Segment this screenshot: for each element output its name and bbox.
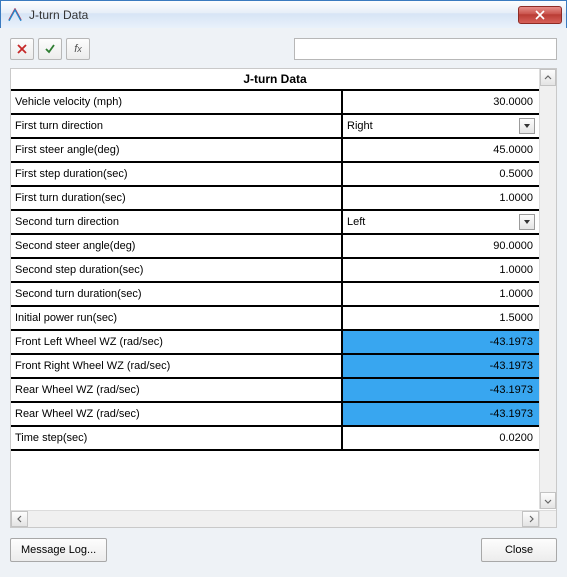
row-label: Front Left Wheel WZ (rad/sec): [11, 331, 343, 353]
close-icon: [535, 10, 545, 20]
row-value-input[interactable]: 90.0000: [343, 235, 539, 257]
row-value-text: -43.1973: [490, 336, 533, 348]
row-label: First steer angle(deg): [11, 139, 343, 161]
row-label: First turn duration(sec): [11, 187, 343, 209]
row-label: Rear Wheel WZ (rad/sec): [11, 403, 343, 425]
accept-edit-button[interactable]: [38, 38, 62, 60]
x-icon: [16, 43, 28, 55]
row-label: Time step(sec): [11, 427, 343, 449]
chevron-down-icon: [544, 497, 552, 505]
row-value-text: 0.0200: [499, 432, 533, 444]
grid-row: Initial power run(sec) 1.5000: [11, 307, 539, 331]
row-value-select[interactable]: Left: [343, 211, 539, 233]
row-value-text: -43.1973: [490, 360, 533, 372]
row-value-input[interactable]: 45.0000: [343, 139, 539, 161]
row-label: Second step duration(sec): [11, 259, 343, 281]
row-value-select[interactable]: Right: [343, 115, 539, 137]
row-label: Rear Wheel WZ (rad/sec): [11, 379, 343, 401]
scroll-right-button[interactable]: [522, 511, 539, 527]
grid-row: Rear Wheel WZ (rad/sec) -43.1973: [11, 403, 539, 427]
grid-row: First turn direction Right: [11, 115, 539, 139]
row-value-text: 1.5000: [499, 312, 533, 324]
grid-row: First turn duration(sec) 1.0000: [11, 187, 539, 211]
grid-row: Second step duration(sec) 1.0000: [11, 259, 539, 283]
fx-icon: fx: [74, 43, 82, 55]
dropdown-arrow-icon[interactable]: [519, 118, 535, 134]
scrollbar-corner: [539, 510, 556, 527]
row-label: First turn direction: [11, 115, 343, 137]
row-label: Second steer angle(deg): [11, 235, 343, 257]
row-value-text: 0.5000: [499, 168, 533, 180]
row-value-text: 1.0000: [499, 288, 533, 300]
row-value-text: -43.1973: [490, 384, 533, 396]
row-value-text: 1.0000: [499, 264, 533, 276]
row-value-input[interactable]: 30.0000: [343, 91, 539, 113]
scroll-left-button[interactable]: [11, 511, 28, 527]
row-value-text: 1.0000: [499, 192, 533, 204]
row-value-text: Left: [347, 216, 365, 228]
row-label: First step duration(sec): [11, 163, 343, 185]
row-value-input[interactable]: -43.1973: [343, 379, 539, 401]
window-close-button[interactable]: [518, 6, 562, 24]
row-value-input[interactable]: -43.1973: [343, 355, 539, 377]
formula-input[interactable]: [294, 38, 557, 60]
grid-row: Time step(sec) 0.0200: [11, 427, 539, 451]
row-value-input[interactable]: 0.5000: [343, 163, 539, 185]
message-log-button[interactable]: Message Log...: [10, 538, 107, 562]
row-label: Second turn direction: [11, 211, 343, 233]
grid-row: Front Left Wheel WZ (rad/sec) -43.1973: [11, 331, 539, 355]
toolbar: fx: [10, 38, 557, 60]
check-icon: [44, 43, 56, 55]
window-title: J-turn Data: [29, 8, 518, 22]
row-value-input[interactable]: 1.0000: [343, 187, 539, 209]
grid-header: J-turn Data: [11, 69, 539, 91]
row-label: Vehicle velocity (mph): [11, 91, 343, 113]
row-value-input[interactable]: 1.5000: [343, 307, 539, 329]
chevron-up-icon: [544, 74, 552, 82]
grid-viewport: J-turn Data Vehicle velocity (mph) 30.000…: [11, 69, 539, 510]
client-area: fx J-turn Data Vehicle velocity (mph) 30.…: [0, 28, 567, 577]
row-value-input[interactable]: -43.1973: [343, 331, 539, 353]
row-value-input[interactable]: 1.0000: [343, 259, 539, 281]
row-value-input[interactable]: 1.0000: [343, 283, 539, 305]
dropdown-arrow-icon[interactable]: [519, 214, 535, 230]
row-value-text: -43.1973: [490, 408, 533, 420]
row-value-text: Right: [347, 120, 373, 132]
row-value-input[interactable]: -43.1973: [343, 403, 539, 425]
chevron-left-icon: [16, 515, 24, 523]
cancel-edit-button[interactable]: [10, 38, 34, 60]
vertical-scrollbar[interactable]: [539, 69, 556, 509]
row-value-text: 30.0000: [493, 96, 533, 108]
row-value-text: 45.0000: [493, 144, 533, 156]
grid-row: First step duration(sec) 0.5000: [11, 163, 539, 187]
property-grid: J-turn Data Vehicle velocity (mph) 30.000…: [10, 68, 557, 528]
grid-row: First steer angle(deg) 45.0000: [11, 139, 539, 163]
row-value-input[interactable]: 0.0200: [343, 427, 539, 449]
window-titlebar: J-turn Data: [1, 1, 566, 29]
dialog-footer: Message Log... Close: [10, 538, 557, 562]
grid-row: Front Right Wheel WZ (rad/sec) -43.1973: [11, 355, 539, 379]
row-label: Second turn duration(sec): [11, 283, 343, 305]
row-label: Initial power run(sec): [11, 307, 343, 329]
grid-row: Rear Wheel WZ (rad/sec) -43.1973: [11, 379, 539, 403]
grid-row: Vehicle velocity (mph) 30.0000: [11, 91, 539, 115]
grid-row: Second turn direction Left: [11, 211, 539, 235]
scroll-down-button[interactable]: [540, 492, 556, 509]
chevron-right-icon: [527, 515, 535, 523]
grid-row: Second turn duration(sec) 1.0000: [11, 283, 539, 307]
row-label: Front Right Wheel WZ (rad/sec): [11, 355, 343, 377]
grid-row: Second steer angle(deg) 90.0000: [11, 235, 539, 259]
row-value-text: 90.0000: [493, 240, 533, 252]
horizontal-scrollbar[interactable]: [11, 510, 539, 527]
app-icon: [7, 7, 23, 23]
function-button[interactable]: fx: [66, 38, 90, 60]
close-button[interactable]: Close: [481, 538, 557, 562]
scroll-up-button[interactable]: [540, 69, 556, 86]
